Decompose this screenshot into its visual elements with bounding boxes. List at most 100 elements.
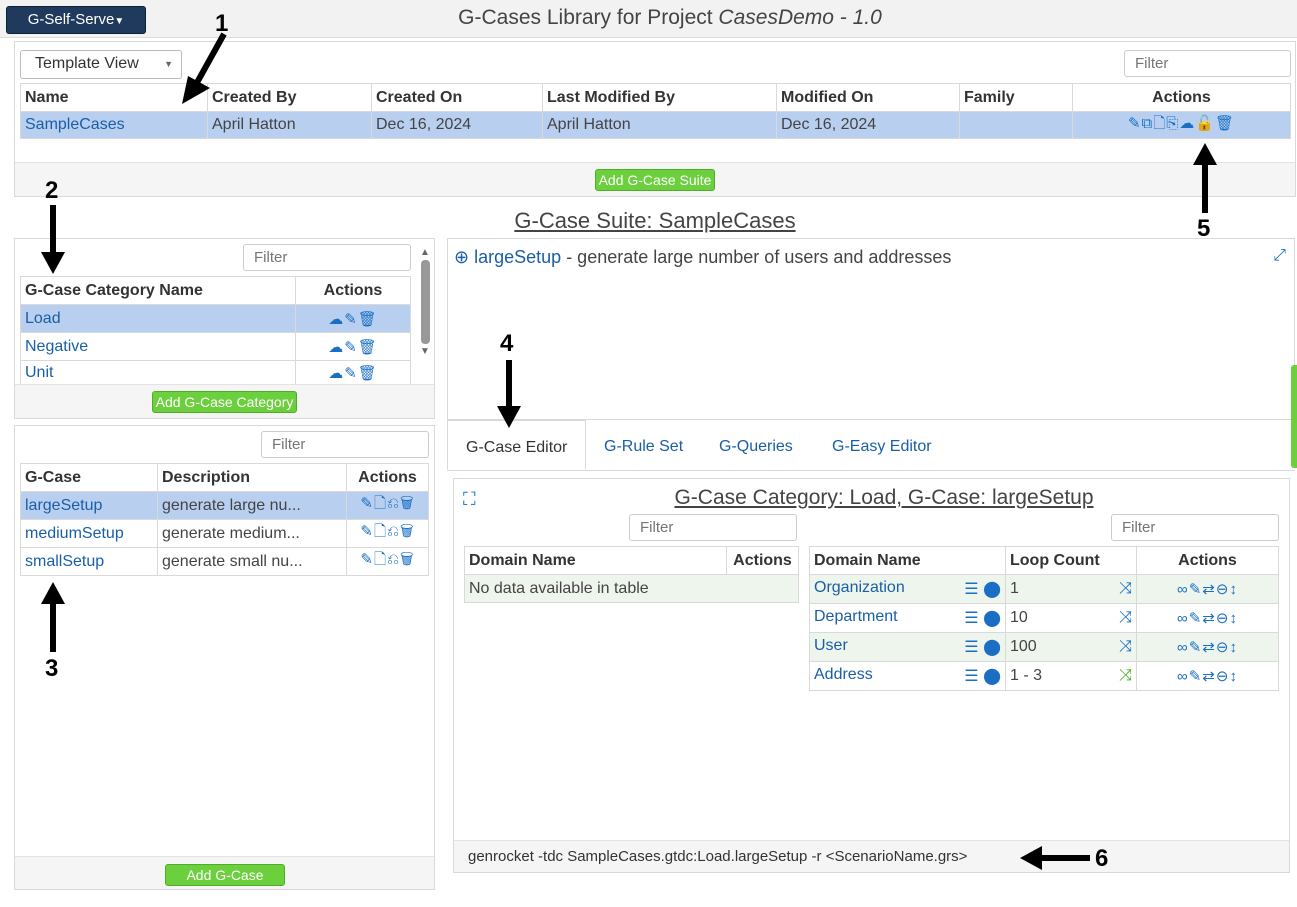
- right-header-row: Domain Name Loop Count Actions: [809, 546, 1279, 575]
- categories-filter-input[interactable]: [243, 244, 411, 271]
- gcase-link[interactable]: largeSetup: [25, 497, 102, 514]
- col-modified-by: Last Modified By: [542, 83, 777, 112]
- domain-action-icons[interactable]: ∞✎⇄⊖↕: [1136, 632, 1279, 662]
- category-link[interactable]: Negative: [25, 338, 88, 355]
- page-title: G-Cases Library for Project CasesDemo - …: [420, 6, 920, 30]
- empty-message: No data available in table: [464, 574, 799, 603]
- col-category-actions: Actions: [295, 276, 411, 305]
- add-suite-button[interactable]: Add G-Case Suite: [595, 169, 715, 191]
- col-actions: Actions: [1072, 83, 1291, 112]
- command-bar: genrocket -tdc SampleCases.gtdc:Load.lar…: [454, 840, 1289, 872]
- toggle-switch[interactable]: ☰ ⬤: [964, 637, 1001, 657]
- cell-created-on: Dec 16, 2024: [371, 111, 543, 139]
- expand-icon[interactable]: ⤢: [1273, 247, 1286, 265]
- cell-description: generate large nu...: [157, 491, 347, 520]
- domain-action-icons[interactable]: ∞✎⇄⊖↕: [1136, 574, 1279, 604]
- category-action-icons[interactable]: ☁✎🗑: [295, 304, 411, 333]
- view-select[interactable]: Template View ▼: [20, 50, 182, 79]
- table-row[interactable]: SampleCases April Hatton Dec 16, 2024 Ap…: [20, 111, 1291, 139]
- shuffle-icon[interactable]: ⤨: [1119, 638, 1132, 656]
- category-action-icons[interactable]: ☁✎🗑: [295, 332, 411, 361]
- tab-gqueries[interactable]: G-Queries: [719, 420, 793, 470]
- app-menu-button[interactable]: G-Self-Serve▼: [6, 6, 146, 34]
- callout-arrow: [1202, 163, 1208, 213]
- domain-link[interactable]: Department: [814, 608, 898, 625]
- domain-action-icons[interactable]: ∞✎⇄⊖↕: [1136, 661, 1279, 691]
- cell-family: [959, 111, 1073, 139]
- cell-created-by: April Hatton: [207, 111, 372, 139]
- category-link[interactable]: Unit: [25, 364, 53, 381]
- domain-link[interactable]: User: [814, 637, 848, 654]
- callout-number: 3: [45, 655, 59, 682]
- domain-link[interactable]: Organization: [814, 579, 905, 596]
- caret-down-icon: ▼: [114, 16, 125, 27]
- col-modified-on: Modified On: [776, 83, 960, 112]
- col-category-name: G-Case Category Name: [20, 276, 296, 305]
- tab-geasy-editor[interactable]: G-Easy Editor: [832, 420, 932, 470]
- description-gcase-link[interactable]: largeSetup: [474, 247, 561, 267]
- table-row[interactable]: Address ☰ ⬤ 1 - 3 ⤨ ∞✎⇄⊖↕: [809, 661, 1279, 691]
- domain-link[interactable]: Address: [814, 666, 873, 683]
- side-tab-handle[interactable]: [1291, 365, 1297, 468]
- callout-arrowhead: [41, 252, 65, 274]
- add-gcase-button[interactable]: Add G-Case: [165, 864, 285, 886]
- gcase-link[interactable]: mediumSetup: [25, 525, 124, 542]
- description-line: ⊕ largeSetup - generate large number of …: [454, 247, 951, 268]
- table-row[interactable]: smallSetup generate small nu... ✎🗋⎌🗑: [20, 547, 429, 576]
- gcase-link[interactable]: smallSetup: [25, 553, 104, 570]
- domain-action-icons[interactable]: ∞✎⇄⊖↕: [1136, 603, 1279, 633]
- scroll-up-icon[interactable]: ▲: [419, 247, 431, 258]
- suite-action-icons[interactable]: ✎⧉🗋⎘☁🔓🗑: [1072, 111, 1291, 139]
- suites-filter-input[interactable]: [1124, 50, 1291, 77]
- plus-circle-icon[interactable]: ⊕: [454, 247, 469, 267]
- scroll-down-icon[interactable]: ▼: [419, 346, 431, 357]
- gcase-action-icons[interactable]: ✎🗋⎌🗑: [346, 491, 429, 520]
- left-filter-input[interactable]: [629, 514, 797, 541]
- hierarchy-icon[interactable]: ⛶: [463, 489, 476, 510]
- callout-arrowhead: [41, 582, 65, 604]
- shuffle-icon[interactable]: ⤨: [1119, 667, 1132, 685]
- col-domain-actions: Actions: [726, 546, 799, 575]
- cell-modified-on: Dec 16, 2024: [776, 111, 960, 139]
- table-row[interactable]: Organization ☰ ⬤ 1 ⤨ ∞✎⇄⊖↕: [809, 574, 1279, 604]
- table-row[interactable]: Load ☁✎🗑: [20, 304, 411, 333]
- table-row[interactable]: Unit ☁✎🗑: [20, 360, 411, 385]
- gcases-table: G-Case Description Actions largeSetup ge…: [20, 463, 429, 576]
- add-category-button[interactable]: Add G-Case Category: [152, 391, 297, 413]
- callout-number: 6: [1095, 845, 1109, 872]
- tab-grule-set[interactable]: G-Rule Set: [604, 420, 683, 470]
- caret-down-icon: ▼: [164, 59, 173, 69]
- scroll-thumb[interactable]: [420, 260, 430, 344]
- suite-link[interactable]: SampleCases: [25, 116, 125, 133]
- shuffle-icon[interactable]: ⤨: [1119, 580, 1132, 598]
- category-action-icons[interactable]: ☁✎🗑: [295, 360, 411, 385]
- table-row[interactable]: Negative ☁✎🗑: [20, 332, 411, 361]
- gcases-filter-input[interactable]: [261, 431, 429, 458]
- left-header-row: Domain Name Actions: [464, 546, 799, 575]
- shuffle-icon[interactable]: ⤨: [1119, 609, 1132, 627]
- toggle-switch[interactable]: ☰ ⬤: [964, 666, 1001, 686]
- col-family: Family: [959, 83, 1073, 112]
- scrollbar[interactable]: ▲ ▼: [419, 247, 431, 379]
- page-title-project: CasesDemo - 1.0: [718, 6, 882, 29]
- tab-strip: G-Case Editor G-Rule Set G-Queries G-Eas…: [447, 420, 1295, 471]
- callout-arrow: [50, 602, 56, 652]
- suite-heading: G-Case Suite: SampleCases: [514, 208, 796, 233]
- right-filter-input[interactable]: [1111, 514, 1279, 541]
- gcase-action-icons[interactable]: ✎🗋⎌🗑: [346, 519, 429, 548]
- cell-modified-by: April Hatton: [542, 111, 777, 139]
- toggle-switch[interactable]: ☰ ⬤: [964, 608, 1001, 628]
- col-created-on: Created On: [371, 83, 543, 112]
- callout-arrow: [180, 30, 240, 110]
- editor-panel: ⛶ G-Case Category: Load, G-Case: largeSe…: [453, 478, 1290, 873]
- table-row[interactable]: Department ☰ ⬤ 10 ⤨ ∞✎⇄⊖↕: [809, 603, 1279, 633]
- table-row[interactable]: User ☰ ⬤ 100 ⤨ ∞✎⇄⊖↕: [809, 632, 1279, 662]
- left-domain-table: Domain Name Actions No data available in…: [464, 546, 799, 603]
- toggle-switch[interactable]: ☰ ⬤: [964, 579, 1001, 599]
- categories-header-row: G-Case Category Name Actions: [20, 276, 411, 305]
- table-row[interactable]: largeSetup generate large nu... ✎🗋⎌🗑: [20, 491, 429, 520]
- category-link[interactable]: Load: [25, 310, 61, 327]
- right-domain-table: Domain Name Loop Count Actions Organizat…: [809, 546, 1279, 691]
- table-row[interactable]: mediumSetup generate medium... ✎🗋⎌🗑: [20, 519, 429, 548]
- gcase-action-icons[interactable]: ✎🗋⎌🗑: [346, 547, 429, 576]
